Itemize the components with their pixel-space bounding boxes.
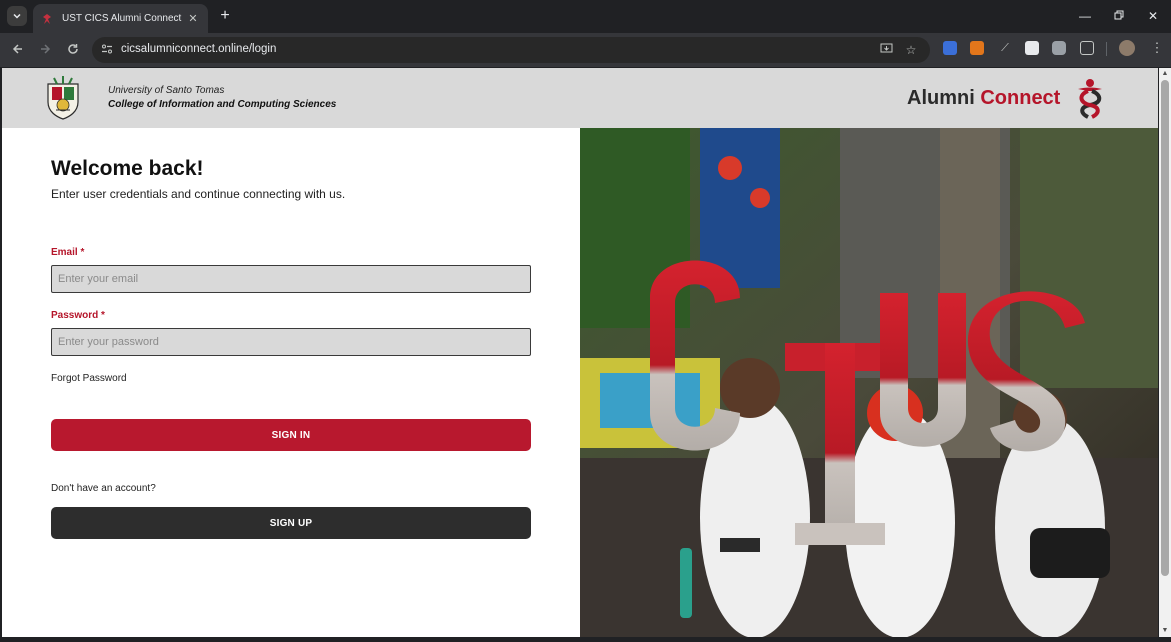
page-scrollbar[interactable]: ▲ ▼ bbox=[1159, 68, 1171, 637]
site-header: University of Santo Tomas College of Inf… bbox=[2, 68, 1158, 128]
forgot-password-link[interactable]: Forgot Password bbox=[51, 373, 127, 384]
site-info-icon[interactable] bbox=[100, 43, 114, 57]
brand-title-part2: Connect bbox=[980, 87, 1061, 109]
browser-tab[interactable]: UST CICS Alumni Connect ✕ bbox=[33, 4, 208, 33]
tab-title: UST CICS Alumni Connect bbox=[62, 13, 182, 24]
chevron-down-icon bbox=[13, 13, 21, 19]
scroll-down-icon[interactable]: ▼ bbox=[1161, 627, 1169, 635]
email-label: Email * bbox=[51, 247, 85, 258]
alumni-connect-logo bbox=[1078, 79, 1102, 119]
brand-title: Alumni Connect bbox=[907, 87, 1060, 110]
forward-icon[interactable] bbox=[36, 41, 54, 59]
no-account-text: Don't have an account? bbox=[51, 483, 156, 494]
tab-strip: UST CICS Alumni Connect ✕ + — ✕ bbox=[0, 0, 1171, 33]
bookmark-star-icon[interactable]: ☆ bbox=[903, 42, 919, 58]
web-page: University of Santo Tomas College of Inf… bbox=[2, 68, 1158, 637]
college-name: College of Information and Computing Sci… bbox=[108, 99, 337, 110]
minimize-icon[interactable]: — bbox=[1073, 6, 1097, 26]
cics-students-photo bbox=[580, 128, 1158, 637]
extension-shield-icon[interactable] bbox=[943, 41, 957, 55]
toolbar-separator bbox=[1106, 42, 1107, 56]
restore-icon[interactable] bbox=[1107, 6, 1131, 26]
close-window-icon[interactable]: ✕ bbox=[1141, 6, 1165, 26]
url-text[interactable]: cicsalumniconnect.online/login bbox=[121, 43, 276, 55]
extension-camera-icon[interactable] bbox=[1052, 41, 1066, 55]
profile-avatar[interactable] bbox=[1119, 40, 1135, 56]
site-favicon-icon bbox=[43, 13, 51, 24]
extension-pen-icon[interactable]: ⟋ bbox=[998, 41, 1012, 55]
browser-menu-icon[interactable]: ⋮ bbox=[1150, 41, 1164, 55]
welcome-subtitle: Enter user credentials and continue conn… bbox=[51, 187, 346, 201]
extensions-puzzle-icon[interactable] bbox=[1080, 41, 1094, 55]
sign-in-button[interactable]: SIGN IN bbox=[51, 419, 531, 451]
tab-search-button[interactable] bbox=[7, 6, 27, 26]
password-field[interactable] bbox=[51, 328, 531, 356]
login-panel: Welcome back! Enter user credentials and… bbox=[2, 128, 580, 637]
brand-title-part1: Alumni bbox=[907, 87, 975, 109]
ust-crest-logo bbox=[47, 76, 79, 120]
email-field[interactable] bbox=[51, 265, 531, 293]
reload-icon[interactable] bbox=[64, 41, 82, 59]
new-tab-button[interactable]: + bbox=[216, 7, 234, 25]
sign-up-button[interactable]: SIGN UP bbox=[51, 507, 531, 539]
welcome-heading: Welcome back! bbox=[51, 157, 204, 180]
university-name: University of Santo Tomas bbox=[108, 85, 225, 96]
browser-toolbar: cicsalumniconnect.online/login ☆ bbox=[0, 33, 1171, 67]
install-app-icon[interactable] bbox=[878, 42, 894, 58]
address-bar[interactable]: cicsalumniconnect.online/login ☆ bbox=[92, 37, 930, 63]
extension-fox-icon[interactable] bbox=[970, 41, 984, 55]
scroll-thumb[interactable] bbox=[1161, 80, 1169, 576]
back-icon[interactable] bbox=[9, 41, 27, 59]
hero-photo bbox=[580, 128, 1158, 637]
scroll-up-icon[interactable]: ▲ bbox=[1161, 70, 1169, 78]
browser-window: UST CICS Alumni Connect ✕ + — ✕ cicsalum… bbox=[0, 0, 1171, 642]
password-label: Password * bbox=[51, 310, 105, 321]
tab-close-icon[interactable]: ✕ bbox=[186, 12, 200, 25]
extension-qr-icon[interactable] bbox=[1025, 41, 1039, 55]
